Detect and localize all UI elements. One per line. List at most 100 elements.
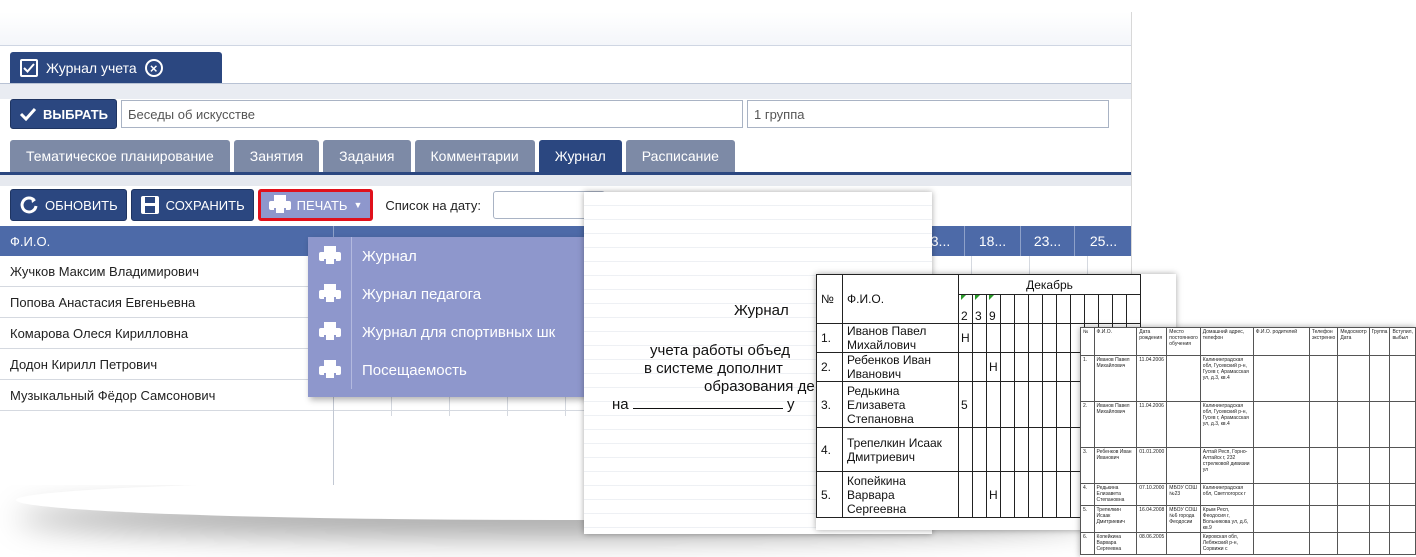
list-empty-cell (1368, 447, 1391, 484)
journal-empty-cell (1000, 294, 1015, 324)
print-menu-item-3[interactable]: Посещаемость (308, 351, 608, 389)
group-field-value: 1 группа (754, 106, 805, 122)
journal-empty-cell (1014, 323, 1029, 353)
list-empty-cell (1337, 483, 1370, 506)
list-empty-cell (1389, 505, 1416, 533)
student-row[interactable]: Попова Анастасия Евгеньевна (0, 287, 333, 318)
journal-empty-cell (1014, 471, 1029, 518)
journal-empty-cell (1070, 294, 1085, 324)
journal-empty-cell (1000, 323, 1015, 353)
journal-row-num: 3. (816, 381, 843, 428)
list-cell-address: Калининградская обл, Гусевский р-н, Гусе… (1199, 401, 1254, 448)
student-row[interactable]: Додон Кирилл Петрович (0, 349, 333, 380)
list-empty-cell (1308, 532, 1339, 555)
print-menu-item-0[interactable]: Журнал (308, 237, 608, 275)
list-empty-cell (1337, 355, 1370, 402)
tab-4[interactable]: Журнал (538, 140, 622, 172)
save-button-label: СОХРАНИТЬ (165, 197, 245, 213)
group-field[interactable]: 1 группа (747, 100, 1110, 128)
title-page-line4-suffix: у (786, 396, 795, 413)
student-row[interactable]: Музыкальный Фёдор Самсонович (0, 380, 333, 411)
print-menu-item-label: Журнал для спортивных шк (362, 323, 556, 341)
list-cell-name: Иванов Павел Михайлович (1093, 355, 1138, 402)
list-row: 1. Иванов Павел Михайлович 11.04.2006 Калин… (1080, 355, 1416, 402)
list-empty-cell (1368, 483, 1391, 506)
list-empty-cell (1308, 401, 1339, 448)
refresh-icon (20, 196, 38, 214)
list-header-cell: Медосмотр Дата (1337, 327, 1370, 356)
caret-down-icon: ▼ (353, 200, 363, 210)
list-empty-cell (1252, 355, 1310, 402)
journal-row-name: Трепелкин Исаак Дмитриевич (842, 427, 959, 472)
close-icon[interactable]: × (144, 59, 163, 77)
list-empty-cell (1337, 532, 1370, 555)
preview-student-list: № Ф.И.О. Дата рождения Место постоянного об… (1080, 327, 1416, 557)
save-button[interactable]: СОХРАНИТЬ (130, 189, 254, 221)
print-menu-item-label: Посещаемость (362, 361, 467, 379)
list-cell-birth: 11.04.2006 (1136, 401, 1168, 448)
journal-mark (986, 427, 1001, 472)
journal-empty-cell (1042, 471, 1057, 518)
list-empty-cell (1389, 447, 1416, 484)
list-header-cell: № (1080, 327, 1095, 356)
refresh-button[interactable]: ОБНОВИТЬ (10, 189, 127, 221)
print-button[interactable]: ПЕЧАТЬ ▼ (257, 189, 374, 221)
date-label: Список на дату: (385, 197, 481, 213)
document-tab[interactable]: Журнал учета × (10, 52, 222, 84)
tab-0[interactable]: Тематическое планирование (10, 140, 230, 172)
list-empty-cell (1337, 505, 1370, 533)
list-empty-cell (1252, 505, 1310, 533)
list-cell-school (1166, 447, 1201, 484)
journal-empty-cell (1042, 381, 1057, 428)
journal-day-header: 9 (986, 294, 1001, 324)
list-cell-address: Калининградская обл, Светлогорск г (1199, 483, 1254, 506)
journal-day-label: 9 (989, 309, 996, 323)
selection-row: ВЫБРАТЬ Беседы об искусстве 1 группа (10, 98, 1131, 130)
title-page-heading: Журнал (734, 302, 789, 319)
printer-icon (308, 237, 352, 275)
student-row[interactable]: Жучков Максим Владимирович (0, 256, 333, 287)
date-column-header-3[interactable]: 25... (1074, 226, 1131, 256)
tab-bar: Тематическое планирование Занятия Задания К… (10, 140, 735, 172)
list-cell-name: Ребенков Иван Иванович (1093, 447, 1138, 484)
journal-empty-cell (1056, 381, 1071, 428)
choose-button[interactable]: ВЫБРАТЬ (10, 99, 118, 129)
print-menu-item-2[interactable]: Журнал для спортивных шк (308, 313, 608, 351)
journal-mark: Н (986, 352, 1001, 382)
document-tab-title: Журнал учета (46, 60, 137, 76)
tab-2[interactable]: Задания (323, 140, 411, 172)
list-empty-cell (1368, 532, 1391, 555)
title-page-line2: в системе дополнит (644, 360, 783, 377)
student-list: Жучков Максим Владимирович Попова Анастас… (0, 256, 334, 411)
list-empty-cell (1252, 483, 1310, 506)
student-row[interactable]: Комарова Олеся Кирилловна (0, 318, 333, 349)
journal-empty-cell (1014, 294, 1029, 324)
list-empty-cell (1337, 401, 1370, 448)
tab-5[interactable]: Расписание (625, 140, 735, 172)
journal-row-num: 2. (816, 352, 843, 382)
printer-icon (308, 313, 352, 351)
printer-icon (308, 275, 352, 313)
tab-3[interactable]: Комментарии (414, 140, 535, 172)
journal-row-num: 1. (816, 323, 843, 353)
print-menu-item-1[interactable]: Журнал педагога (308, 275, 608, 313)
journal-day-label: 2 (961, 309, 968, 323)
journal-mark (972, 427, 987, 472)
journal-row-name: Иванов Павел Михайлович (842, 323, 959, 353)
tab-1[interactable]: Занятия (233, 140, 320, 172)
title-page-line1: учета работы объед (650, 342, 791, 359)
journal-empty-cell (1084, 294, 1099, 324)
list-header-cell: Домашний адрес, телефон (1199, 327, 1254, 356)
list-empty-cell (1308, 483, 1339, 506)
list-cell-name: Копейкина Варвара Сергеевна (1093, 532, 1138, 555)
course-field[interactable]: Беседы об искусстве (121, 100, 744, 128)
list-empty-cell (1389, 532, 1416, 555)
list-cell-birth: 01.01.2000 (1136, 447, 1168, 484)
list-cell-school (1166, 401, 1201, 448)
date-column-header-1[interactable]: 18... (964, 226, 1020, 256)
list-header-cell: Место постоянного обучения (1166, 327, 1201, 356)
journal-empty-cell (1042, 352, 1057, 382)
print-menu: Журнал Журнал педагога Журнал для спортивн… (308, 237, 608, 397)
journal-empty-cell (1000, 471, 1015, 518)
date-column-header-2[interactable]: 23... (1020, 226, 1074, 256)
